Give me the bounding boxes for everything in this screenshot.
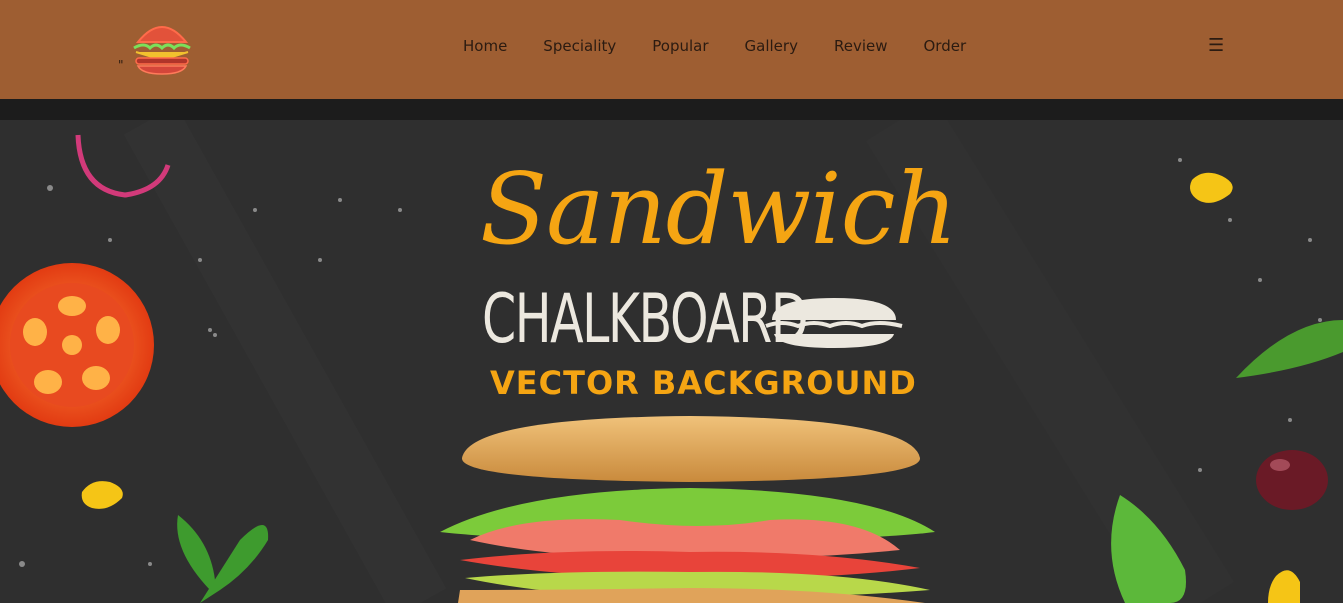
main-navigation: Home Speciality Popular Gallery Review O…	[463, 35, 1002, 57]
hero-banner: Sandwich CHALKBOARD VECTOR BACKGROUND	[0, 120, 1343, 603]
burger-neon-logo[interactable]	[120, 12, 205, 76]
hamburger-menu-icon[interactable]: ☰	[1208, 35, 1230, 57]
nav-gallery[interactable]: Gallery	[745, 35, 798, 57]
stray-quote-mark: "	[118, 58, 124, 72]
nav-home[interactable]: Home	[463, 35, 507, 57]
header-navbar: " Home Speciality Popular Gallery Review…	[0, 0, 1343, 99]
nav-popular[interactable]: Popular	[652, 35, 708, 57]
hero-subtitle: CHALKBOARD	[482, 280, 809, 359]
nav-order[interactable]: Order	[924, 35, 967, 57]
hero-title: Sandwich	[480, 153, 958, 267]
nav-speciality[interactable]: Speciality	[543, 35, 616, 57]
nav-review[interactable]: Review	[834, 35, 888, 57]
header-shadow-strip	[0, 99, 1343, 120]
hero-tagline: VECTOR BACKGROUND	[490, 364, 917, 402]
